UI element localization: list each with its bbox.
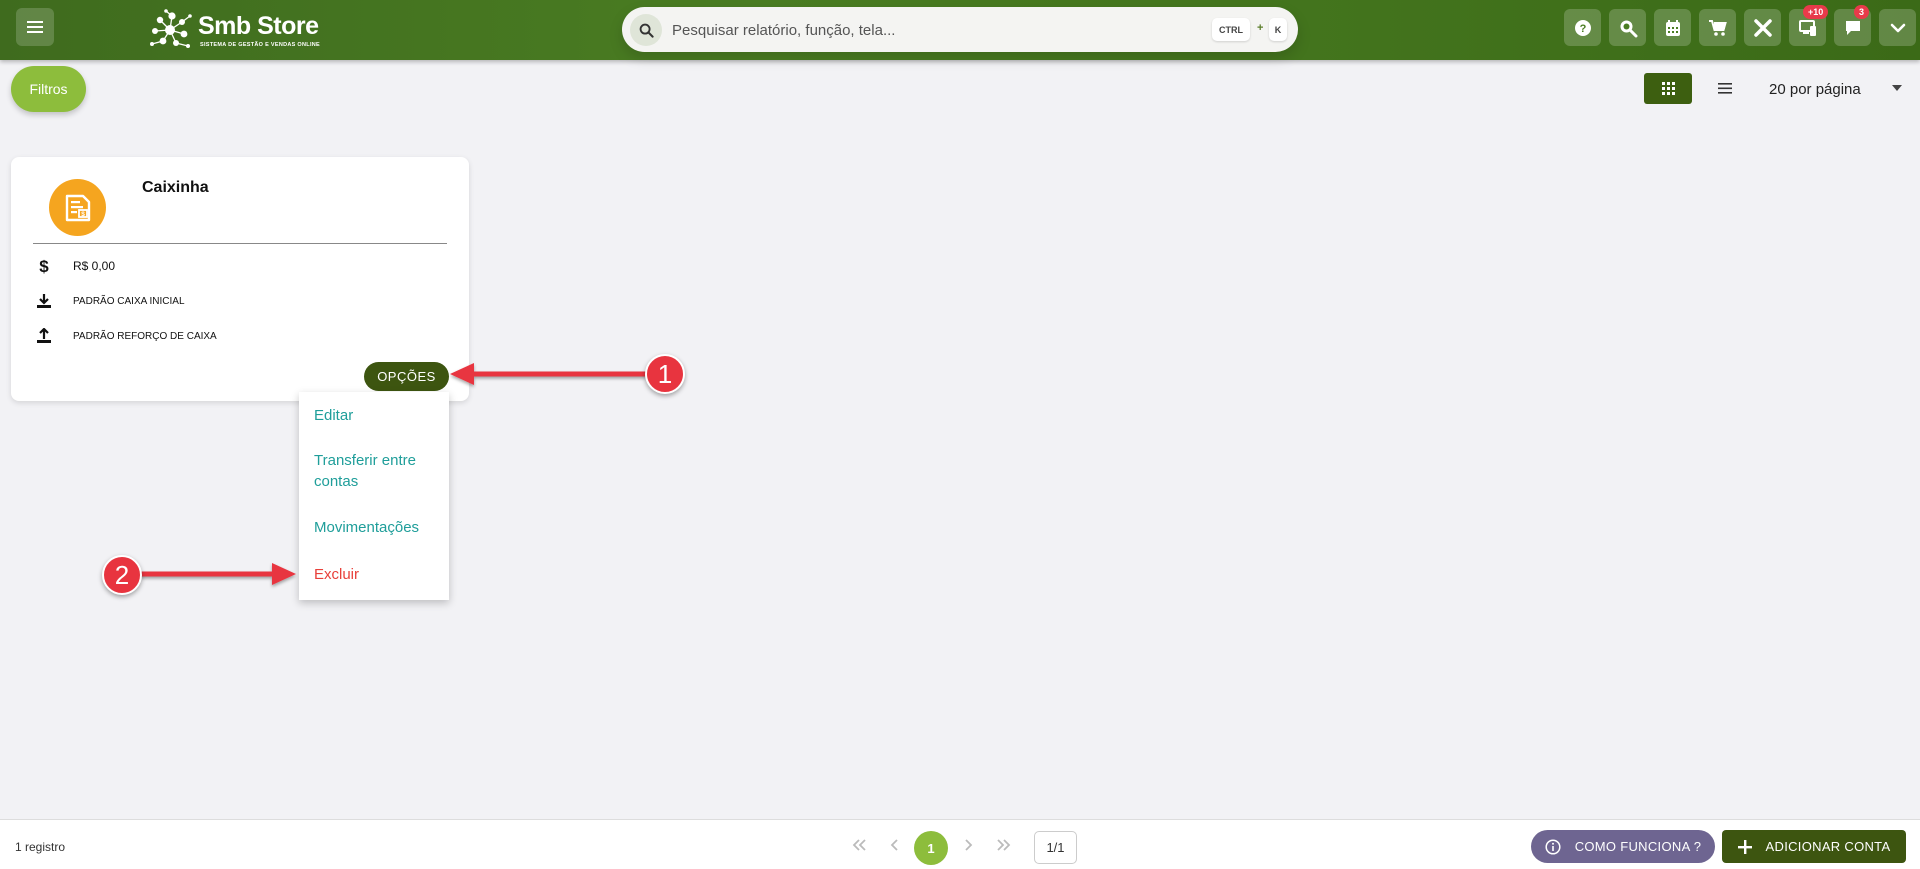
shortcut-key-k: K [1269,18,1287,41]
next-page-button[interactable] [957,834,979,856]
per-page-select[interactable]: 20 por página [1769,81,1861,98]
menu-item-movements[interactable]: Movimentações [314,517,419,538]
balance-value: R$ 0,00 [73,259,116,273]
receipt-icon: $ [49,179,106,236]
how-it-works-label: COMO FUNCIONA ? [1574,839,1702,854]
global-search[interactable]: CTRL + K [622,7,1298,52]
double-chevron-right-icon [997,839,1011,851]
help-button[interactable]: ? [1564,9,1601,46]
search-zoom-icon [1620,20,1637,37]
chat-icon [1845,20,1860,35]
last-page-button[interactable] [993,834,1015,856]
arrow-2-head [272,563,296,585]
user-menu-button[interactable] [1879,9,1916,46]
double-chevron-left-icon [852,839,866,851]
first-page-button[interactable] [848,834,870,856]
callout-step-1: 1 [645,354,685,394]
chevron-down-icon [1890,23,1905,32]
download-icon [35,292,53,310]
tools-icon [1753,18,1772,37]
logo-name: Smb Store [198,12,319,40]
hamburger-menu-button[interactable] [16,8,54,46]
search-zoom-button[interactable] [1609,9,1646,46]
footer-bar: 1 registro 1 1/1 COMO FUNCIONA ? ADICION… [0,819,1920,869]
svg-text:?: ? [1579,23,1586,35]
filters-button[interactable]: Filtros [11,66,86,112]
hamburger-icon [27,21,43,33]
svg-text:$: $ [39,257,49,275]
top-bar: Smb Store SISTEMA DE GESTÃO E VENDAS ONL… [0,0,1920,60]
options-button[interactable]: OPÇÕES [364,362,449,391]
account-card: $ Caixinha $ R$ 0,00 PADRÃO CAIXA INICIA… [11,157,469,401]
menu-item-delete[interactable]: Excluir [314,564,359,585]
how-it-works-button[interactable]: COMO FUNCIONA ? [1531,830,1715,863]
reinforce-cash-row: PADRÃO REFORÇO DE CAIXA [35,326,217,346]
grid-view-button[interactable] [1644,73,1692,104]
pos-terminal-icon [1798,19,1816,36]
initial-cash-label: PADRÃO CAIXA INICIAL [73,295,185,307]
prev-page-button[interactable] [884,834,906,856]
tools-button[interactable] [1744,9,1781,46]
svg-text:$: $ [81,211,85,218]
chat-badge: 3 [1854,5,1870,19]
logo[interactable]: Smb Store SISTEMA DE GESTÃO E VENDAS ONL… [146,6,326,52]
cart-icon [1708,19,1727,36]
account-title: Caixinha [142,179,209,196]
pos-terminal-button[interactable]: +10 [1789,5,1829,46]
caret-down-icon[interactable] [1892,85,1902,91]
options-menu: Editar Transferir entre contas Movimenta… [299,392,449,600]
help-icon: ? [1574,19,1591,36]
search-icon[interactable] [630,14,662,46]
card-divider [33,243,447,244]
chat-button[interactable]: 3 [1834,5,1871,46]
menu-item-transfer[interactable]: Transferir entre contas [314,450,434,492]
dollar-icon: $ [35,257,53,275]
logo-network-icon [150,9,192,48]
calendar-button[interactable] [1654,9,1691,46]
search-input[interactable] [672,18,1172,42]
shortcut-plus: + [1257,22,1264,34]
annotation-arrows [140,363,648,585]
balance-row: $ R$ 0,00 [35,256,115,276]
chevron-left-icon [890,839,898,851]
info-icon [1545,838,1561,855]
page-total[interactable]: 1/1 [1034,831,1077,864]
callout-step-2: 2 [102,555,142,595]
logo-tagline: SISTEMA DE GESTÃO E VENDAS ONLINE [200,42,321,48]
record-count: 1 registro [15,840,66,854]
shortcut-key-ctrl: CTRL [1212,18,1250,41]
add-account-label: ADICIONAR CONTA [1765,839,1891,854]
reinforce-cash-label: PADRÃO REFORÇO DE CAIXA [73,330,217,342]
list-view-button[interactable] [1710,73,1740,104]
pos-badge: +10 [1803,5,1829,19]
upload-icon [35,327,53,345]
grid-icon [1661,82,1675,95]
chevron-right-icon [965,839,973,851]
initial-cash-row: PADRÃO CAIXA INICIAL [35,291,185,311]
menu-item-edit[interactable]: Editar [314,405,353,426]
calendar-icon [1665,19,1680,36]
current-page[interactable]: 1 [914,831,948,865]
plus-icon [1737,839,1752,854]
add-account-button[interactable]: ADICIONAR CONTA [1722,830,1906,863]
cart-button[interactable] [1699,9,1736,46]
list-icon [1718,83,1732,94]
